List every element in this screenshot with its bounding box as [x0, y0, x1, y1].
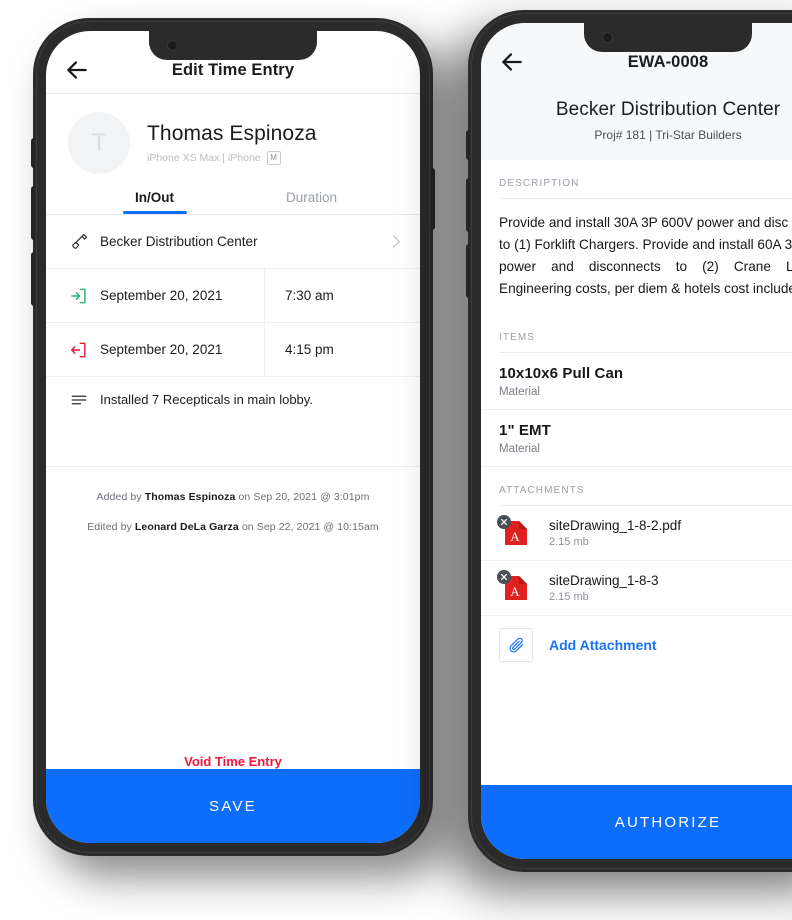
description-line-4: Engineering costs, per diem & hotels cos… — [499, 281, 792, 297]
audit-edited: Edited by Leonard DeLa Garza on Sep 22, … — [46, 521, 420, 533]
note-row-spacer — [46, 423, 420, 467]
clock-in-time: 7:30 am — [285, 288, 334, 303]
audit-added-prefix: Added by — [96, 491, 145, 503]
sign-out-arrow-icon — [62, 340, 96, 360]
row-note[interactable]: Installed 7 Recepticals in main lobby. — [46, 377, 420, 423]
device-text: iPhone XS Max | iPhone — [147, 151, 261, 164]
mute-switch[interactable] — [31, 138, 35, 168]
description-section-label: DESCRIPTION — [499, 178, 580, 189]
list-item[interactable]: 1" EMT Material — [481, 410, 792, 468]
front-camera-icon — [167, 40, 178, 51]
item-name: 1" EMT — [499, 422, 551, 440]
audit-added-suffix: on Sep 20, 2021 @ 3:01pm — [235, 491, 370, 503]
shovel-icon — [62, 232, 96, 251]
row-clock-out[interactable]: September 20, 2021 4:15 pm — [46, 323, 420, 377]
list-item[interactable]: 10x10x6 Pull Can Material — [481, 353, 792, 411]
add-attachment-button[interactable]: Add Attachment — [549, 637, 657, 653]
description-text: Provide and install 30A 3P 600V power an… — [481, 199, 792, 314]
sign-in-arrow-icon — [62, 286, 96, 306]
job-title: Becker Distribution Center — [555, 99, 781, 120]
mute-switch[interactable] — [466, 130, 470, 160]
row-clock-in[interactable]: September 20, 2021 7:30 am — [46, 269, 420, 323]
list-item[interactable]: A siteDrawing_1-8-2.pdf 2.15 mb — [481, 506, 792, 562]
clock-in-date: September 20, 2021 — [100, 288, 223, 303]
avatar: T — [68, 112, 130, 174]
add-attachment-row[interactable]: Add Attachment — [481, 616, 792, 674]
device-notch — [149, 31, 317, 60]
save-button[interactable]: SAVE — [46, 769, 420, 843]
volume-up-button[interactable] — [466, 178, 470, 232]
audit-trail: Added by Thomas Espinoza on Sep 20, 2021… — [46, 467, 420, 533]
mode-tabs: In/Out Duration — [46, 190, 420, 214]
list-item[interactable]: A siteDrawing_1-8-3 2.15 mb — [481, 561, 792, 617]
void-time-entry-button[interactable]: Void Time Entry — [46, 754, 420, 769]
description-line-2: to (1) Forklift Chargers. Provide and in… — [499, 237, 792, 253]
screenshot-stage: Edit Time Entry T Thomas Espinoza iPhone… — [0, 0, 792, 920]
clock-out-time: 4:15 pm — [285, 342, 334, 357]
attachment-name: siteDrawing_1-8-2.pdf — [549, 518, 682, 534]
phone-device-left: Edit Time Entry T Thomas Espinoza iPhone… — [31, 18, 435, 856]
user-device-line: iPhone XS Max | iPhone M — [147, 150, 317, 165]
description-line-3: power and disconnects to (2) Crane Lift … — [499, 259, 792, 275]
chevron-right-icon — [387, 235, 400, 248]
mobile-badge-icon: M — [266, 150, 281, 165]
description-line-1: Provide and install 30A 3P 600V power an… — [499, 215, 789, 230]
svg-text:A: A — [510, 584, 520, 599]
remove-badge-icon[interactable] — [497, 515, 511, 530]
volume-down-button[interactable] — [466, 244, 470, 298]
clock-out-date: September 20, 2021 — [100, 342, 223, 357]
audit-edited-suffix: on Sep 22, 2021 @ 10:15am — [238, 521, 379, 533]
user-name: Thomas Espinoza — [147, 121, 317, 145]
notes-icon — [62, 391, 96, 409]
pdf-file-icon: A — [497, 515, 533, 550]
tab-duration[interactable]: Duration — [233, 190, 390, 214]
job-name: Becker Distribution Center — [100, 234, 258, 249]
screen-edit-time-entry: Edit Time Entry T Thomas Espinoza iPhone… — [46, 31, 420, 843]
phone-device-right: EWA-0008 Becker Distribution Center Proj… — [466, 10, 792, 872]
audit-edited-prefix: Edited by — [87, 521, 135, 533]
attachment-size: 2.15 mb — [549, 591, 589, 604]
user-summary: T Thomas Espinoza iPhone XS Max | iPhone… — [46, 94, 420, 188]
tab-in-out[interactable]: In/Out — [76, 190, 233, 214]
device-notch — [584, 23, 752, 52]
item-name: 10x10x6 Pull Can — [499, 365, 624, 383]
items-section-label: ITEMS — [499, 332, 536, 344]
job-subtitle: Proj# 181 | Tri-Star Builders — [594, 128, 742, 142]
attachment-name: siteDrawing_1-8-3 — [549, 573, 659, 589]
front-camera-icon — [602, 32, 613, 43]
authorize-button[interactable]: AUTHORIZE — [481, 785, 792, 859]
power-button[interactable] — [431, 168, 435, 230]
audit-added: Added by Thomas Espinoza on Sep 20, 2021… — [46, 491, 420, 503]
item-type: Material — [499, 386, 540, 399]
paperclip-icon — [499, 628, 533, 663]
volume-down-button[interactable] — [31, 252, 35, 306]
svg-text:A: A — [510, 529, 520, 544]
audit-added-name: Thomas Espinoza — [144, 491, 236, 503]
item-type: Material — [499, 443, 540, 456]
screen-work-authorization: EWA-0008 Becker Distribution Center Proj… — [481, 23, 792, 859]
remove-badge-icon[interactable] — [497, 570, 511, 585]
attachment-size: 2.15 mb — [549, 536, 589, 549]
attachments-section-label: ATTACHMENTS — [499, 485, 585, 497]
volume-up-button[interactable] — [31, 186, 35, 240]
pdf-file-icon: A — [497, 570, 533, 605]
audit-edited-name: Leonard DeLa Garza — [134, 521, 239, 533]
note-text: Installed 7 Recepticals in main lobby. — [100, 392, 313, 407]
row-job[interactable]: Becker Distribution Center — [46, 215, 420, 269]
